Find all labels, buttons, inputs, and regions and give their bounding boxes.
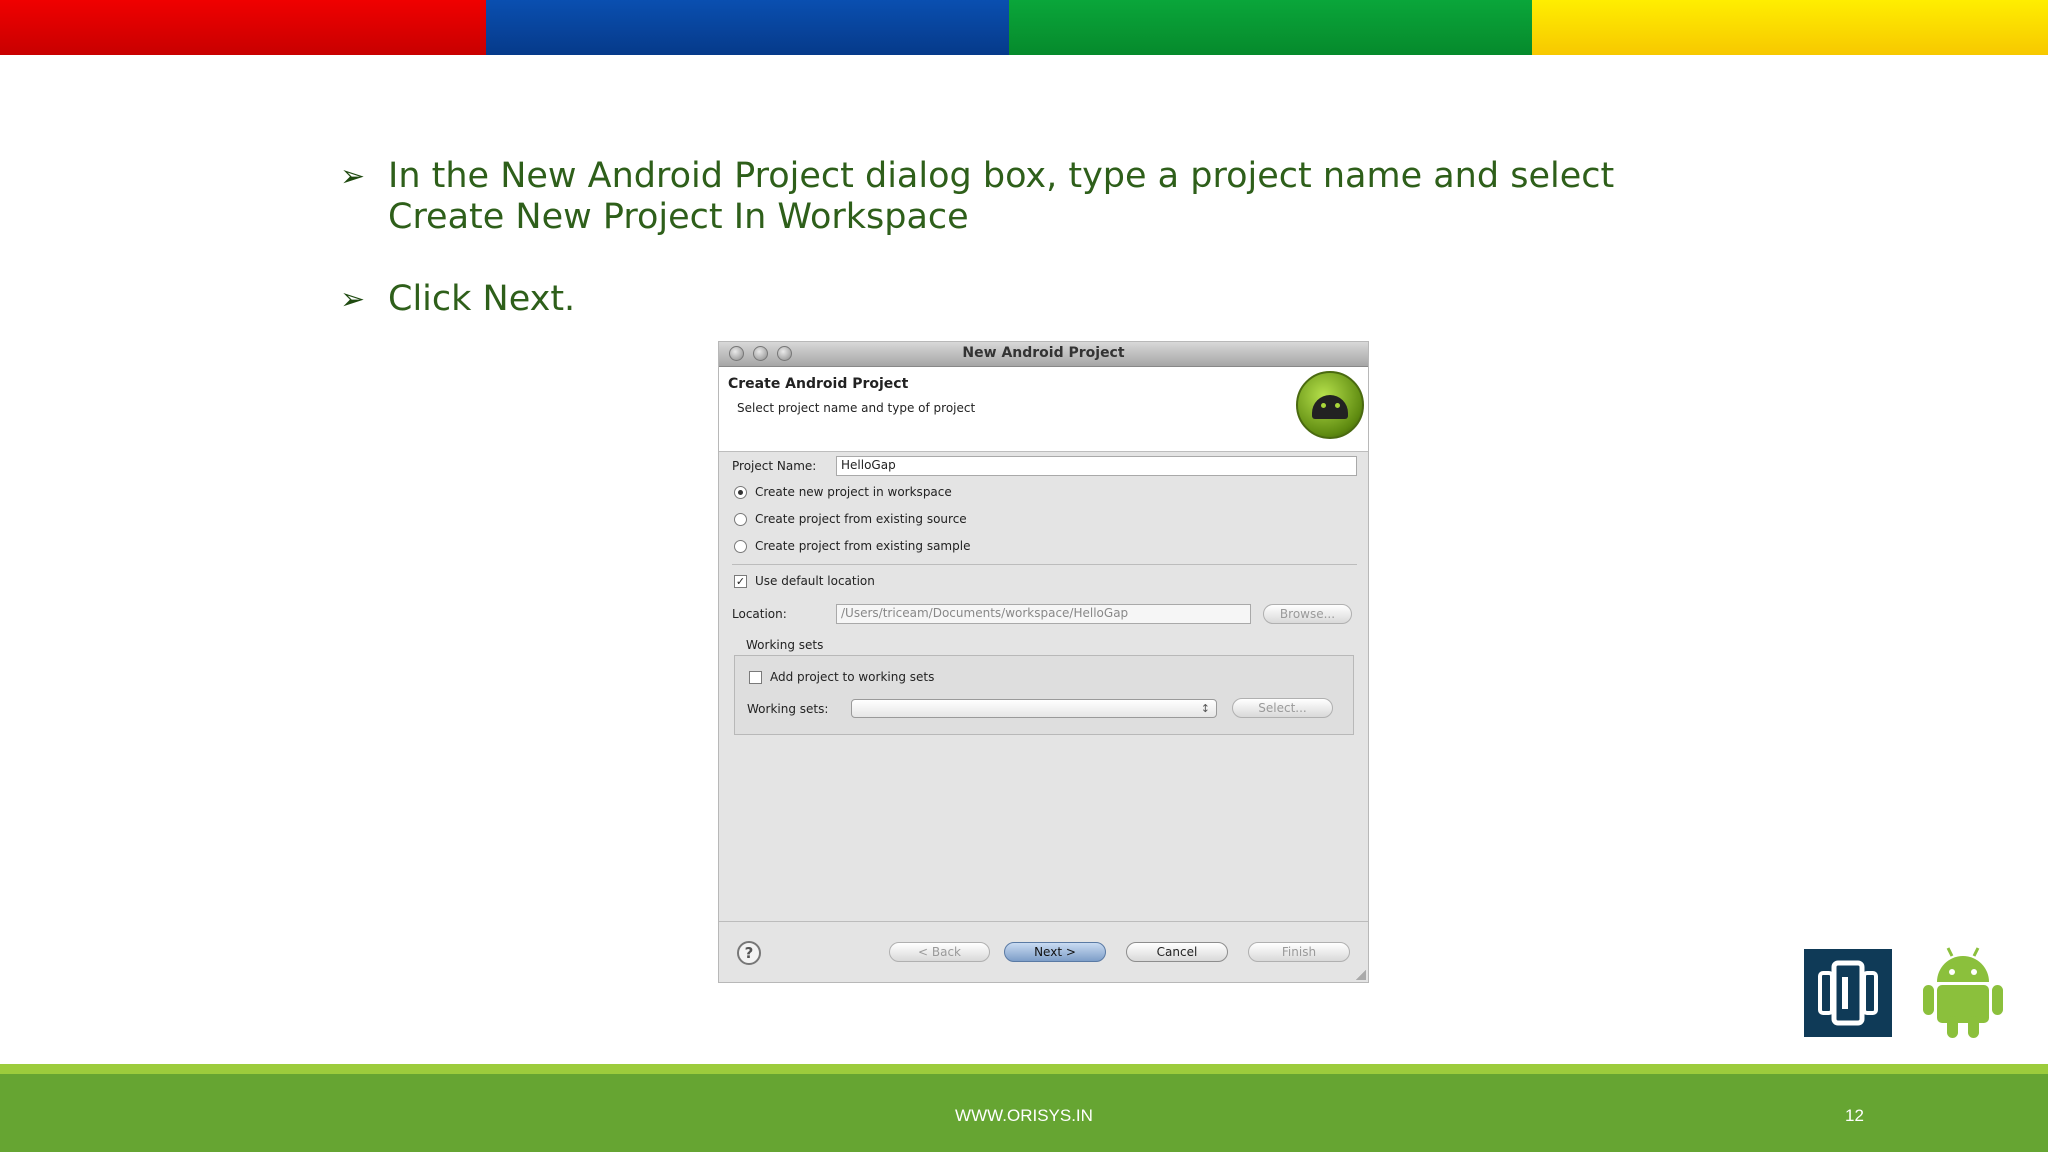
window-title: New Android Project [962,345,1125,361]
color-bar-yellow [1532,0,2048,55]
finish-button[interactable]: Finish [1248,942,1350,962]
select-working-sets-button[interactable]: Select... [1232,698,1333,718]
bullet-item: ➢ Click Next. [340,279,1640,320]
radio-create-new-project[interactable] [734,486,747,499]
use-default-location-label: Use default location [755,574,875,588]
new-android-project-dialog: New Android Project Create Android Proje… [718,341,1369,983]
radio-label: Create project from existing sample [755,539,971,553]
arrowhead-icon: ➢ [340,159,366,194]
android-logo-icon [1296,371,1364,439]
bullet-list: ➢ In the New Android Project dialog box,… [340,156,1640,320]
working-sets-select[interactable]: ↕ [851,699,1217,718]
bullet-text: In the New Android Project dialog box, t… [388,156,1615,237]
phonegap-icon [1804,949,1892,1037]
help-icon[interactable]: ? [737,941,761,965]
color-bar [0,0,2048,55]
working-sets-group-label: Working sets [746,638,824,652]
location-label: Location: [732,607,787,621]
window-titlebar[interactable]: New Android Project [719,342,1368,367]
arrowhead-icon: ➢ [340,282,366,317]
use-default-location-checkbox[interactable]: ✓ [734,575,747,588]
working-sets-label: Working sets: [747,702,829,716]
radio-existing-source[interactable] [734,513,747,526]
back-button[interactable]: < Back [889,942,990,962]
browse-button[interactable]: Browse... [1263,604,1352,624]
color-bar-green [1009,0,1532,55]
header-title: Create Android Project [728,376,909,392]
bullet-text: Click Next. [388,279,576,319]
location-input[interactable]: /Users/triceam/Documents/workspace/Hello… [836,604,1251,624]
radio-existing-sample[interactable] [734,540,747,553]
updown-arrows-icon: ↕ [1200,702,1210,715]
color-bar-red [0,0,486,55]
project-name-label: Project Name: [732,459,817,473]
add-to-working-sets-checkbox[interactable] [749,671,762,684]
footer-stripe [0,1064,2048,1074]
cancel-button[interactable]: Cancel [1126,942,1228,962]
next-button[interactable]: Next > [1004,942,1106,962]
bullet-item: ➢ In the New Android Project dialog box,… [340,156,1640,238]
android-robot-icon [1920,944,2006,1040]
divider [732,564,1357,565]
project-name-input[interactable]: HelloGap [836,456,1357,476]
add-to-working-sets-label: Add project to working sets [770,670,935,684]
working-sets-group: Add project to working sets Working sets… [734,655,1354,735]
dialog-header: Create Android Project Select project na… [719,367,1368,452]
footer-url: WWW.ORISYS.IN [955,1106,1093,1125]
radio-label: Create new project in workspace [755,485,952,499]
radio-label: Create project from existing source [755,512,967,526]
page-number: 12 [1845,1106,1864,1125]
footer-divider [719,921,1368,922]
resize-grip-icon[interactable] [1356,970,1366,980]
color-bar-blue [486,0,1009,55]
header-subtitle: Select project name and type of project [737,401,976,415]
